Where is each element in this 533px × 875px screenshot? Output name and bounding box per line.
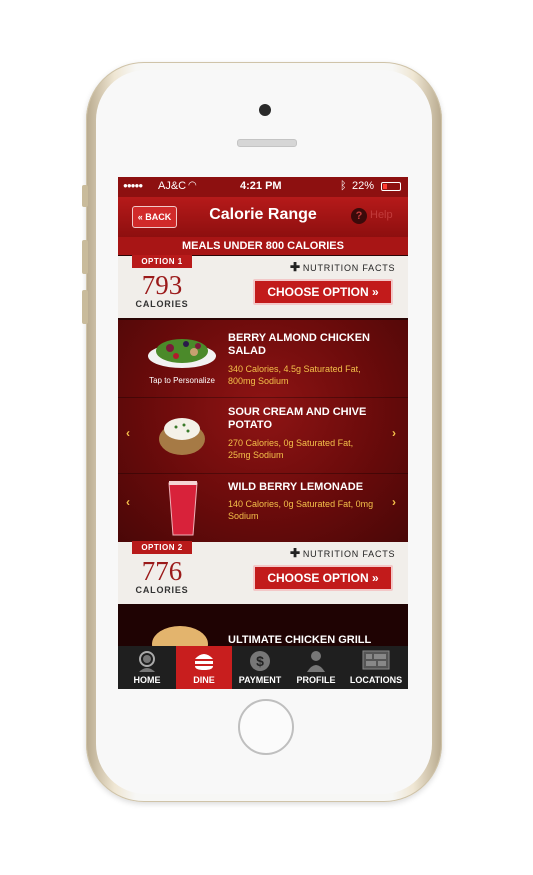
option-tag: OPTION 2 [132, 541, 192, 554]
page-title: Calorie Range [209, 206, 317, 223]
bluetooth-icon: ᛒ [340, 180, 347, 192]
calorie-label: CALORIES [135, 585, 189, 595]
food-name: WILD BERRY LEMONADE [228, 481, 364, 493]
wendy-icon [139, 651, 155, 672]
calorie-label: CALORIES [135, 299, 189, 309]
food-nutrition: 140 Calories, 0g Saturated Fat, 0mg Sodi… [228, 499, 374, 521]
carrier-name: AJ&C [158, 180, 187, 192]
home-hardware-button[interactable] [238, 699, 294, 755]
mute-switch [82, 185, 88, 207]
meals-banner: MEALS UNDER 800 CALORIES [118, 237, 408, 255]
chevron-left-icon[interactable]: ‹ [126, 426, 130, 440]
sandwich-image [152, 626, 208, 646]
wifi-icon: ◠ [188, 180, 197, 191]
choose-option-button[interactable]: CHOOSE OPTION » [253, 565, 393, 591]
tab-label: HOME [133, 675, 161, 685]
calorie-total: 793 [141, 270, 183, 300]
food-item[interactable]: ‹ WILD BERRY LEMONADE 140 Calories, 0g S… [118, 473, 408, 542]
food-list: Tap to Personalize BERRY ALMOND CHICKEN … [118, 320, 408, 542]
status-time: 4:21 PM [240, 180, 282, 192]
dollar-icon: $ [250, 651, 270, 671]
nutrition-facts-label: NUTRITION FACTS [302, 549, 396, 559]
nutrition-facts-label: NUTRITION FACTS [302, 263, 396, 273]
svg-text:$: $ [256, 653, 264, 669]
help-icon[interactable]: ? [351, 208, 367, 224]
lemonade-image [168, 481, 198, 536]
food-name: SOUR CREAM AND CHIVE POTATO [228, 406, 367, 431]
app-screen: ●●●●● AJ&C ◠ 4:21 PM ᛒ 22% « BACK Calori… [118, 177, 408, 689]
tab-label: PAYMENT [238, 675, 282, 685]
signal-icon: ●●●●● [123, 181, 143, 190]
food-nutrition: 270 Calories, 0g Saturated Fat, 25mg Sod… [228, 438, 354, 460]
earpiece-speaker [237, 139, 297, 147]
plus-icon: ✚ [290, 260, 301, 274]
food-item[interactable]: ULTIMATE CHICKEN GRILL [118, 604, 408, 646]
chevron-right-icon[interactable]: › [392, 495, 396, 509]
tab-profile[interactable]: PROFILE [288, 646, 344, 689]
option-tag: OPTION 1 [132, 255, 192, 268]
map-icon [362, 650, 390, 670]
option-card: OPTION 1 793 CALORIES ✚ NUTRITION FACTS C… [118, 255, 408, 318]
front-camera [259, 104, 271, 116]
volume-down-button [82, 290, 88, 324]
tab-label: PROFILE [296, 675, 336, 685]
nutrition-facts-link[interactable]: ✚ NUTRITION FACTS [290, 546, 395, 560]
calorie-total: 776 [141, 556, 183, 586]
tab-bar: HOME DINE $ PAYMENT PROFILE LOCATIONS [118, 646, 408, 689]
choose-option-button[interactable]: CHOOSE OPTION » [253, 279, 393, 305]
burger-icon [195, 654, 213, 670]
salad-image [148, 339, 216, 368]
battery-icon [381, 182, 401, 191]
option-card: OPTION 2 776 CALORIES ✚ NUTRITION FACTS C… [118, 541, 408, 604]
help-label[interactable]: Help [370, 209, 393, 221]
tab-dine[interactable]: DINE [176, 646, 232, 689]
back-button[interactable]: « BACK [132, 206, 177, 228]
plus-icon: ✚ [290, 546, 301, 560]
person-icon [307, 651, 325, 672]
battery-percent: 22% [352, 180, 375, 192]
status-bar: ●●●●● AJ&C ◠ 4:21 PM ᛒ 22% [118, 177, 408, 197]
tab-label: LOCATIONS [349, 675, 403, 685]
nav-bar: « BACK Calorie Range ? Help [118, 197, 408, 237]
tab-home[interactable]: HOME [118, 646, 176, 689]
chevron-right-icon[interactable]: › [392, 426, 396, 440]
food-name: BERRY ALMOND CHICKEN SALAD [228, 332, 370, 357]
tab-label: DINE [193, 675, 215, 685]
personalize-hint[interactable]: Tap to Personalize [136, 376, 228, 385]
food-item[interactable]: Tap to Personalize BERRY ALMOND CHICKEN … [118, 320, 408, 398]
food-nutrition: 340 Calories, 4.5g Saturated Fat, 800mg … [228, 364, 361, 386]
tab-locations[interactable]: LOCATIONS [344, 646, 408, 689]
nutrition-facts-link[interactable]: ✚ NUTRITION FACTS [290, 260, 395, 274]
volume-up-button [82, 240, 88, 274]
food-item[interactable]: ‹ SOUR CREAM AND CHIVE POTATO 270 Calori… [118, 397, 408, 474]
potato-image [159, 418, 205, 455]
chevron-left-icon[interactable]: ‹ [126, 495, 130, 509]
tab-payment[interactable]: $ PAYMENT [232, 646, 288, 689]
food-list: ULTIMATE CHICKEN GRILL [118, 604, 408, 646]
